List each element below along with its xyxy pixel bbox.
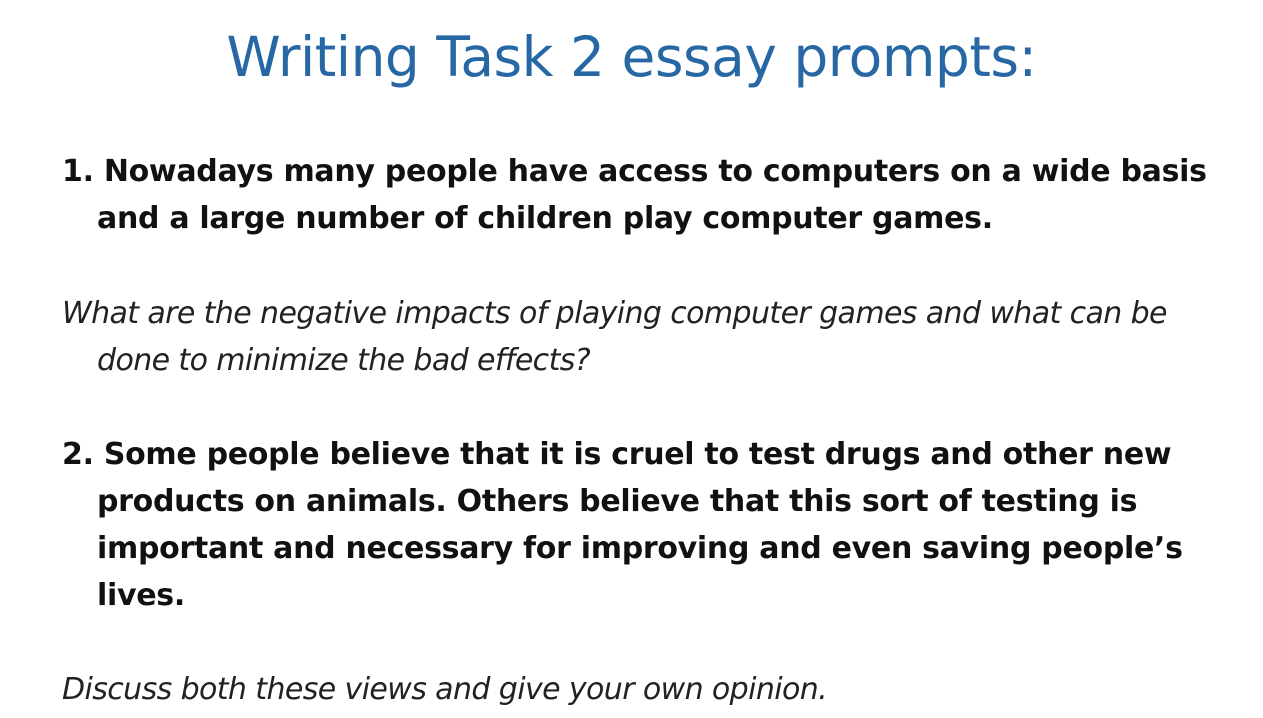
essay-question-2: Discuss both these views and give your o… <box>62 666 1232 713</box>
question-1-line-2: done to minimize the bad effects? <box>97 343 591 378</box>
prompt-2-line-1: 2. Some people believe that it is cruel … <box>62 437 1172 472</box>
slide: Writing Task 2 essay prompts: 1. Nowaday… <box>0 0 1263 718</box>
prompt-2-line-4: lives. <box>97 578 185 613</box>
prompt-2-line-3: important and necessary for improving an… <box>97 531 1183 566</box>
essay-question-1: What are the negative impacts of playing… <box>62 290 1232 384</box>
slide-title: Writing Task 2 essay prompts: <box>226 25 1037 89</box>
essay-prompt-1: 1. Nowadays many people have access to c… <box>62 148 1232 242</box>
prompt-1-line-1: 1. Nowadays many people have access to c… <box>62 154 1207 189</box>
question-2-line-1: Discuss both these views and give your o… <box>62 672 828 707</box>
essay-prompt-2: 2. Some people believe that it is cruel … <box>62 431 1232 619</box>
question-1-line-1: What are the negative impacts of playing… <box>62 296 1168 331</box>
prompt-2-line-2: products on animals. Others believe that… <box>97 484 1138 519</box>
prompt-1-line-2: and a large number of children play comp… <box>97 201 993 236</box>
